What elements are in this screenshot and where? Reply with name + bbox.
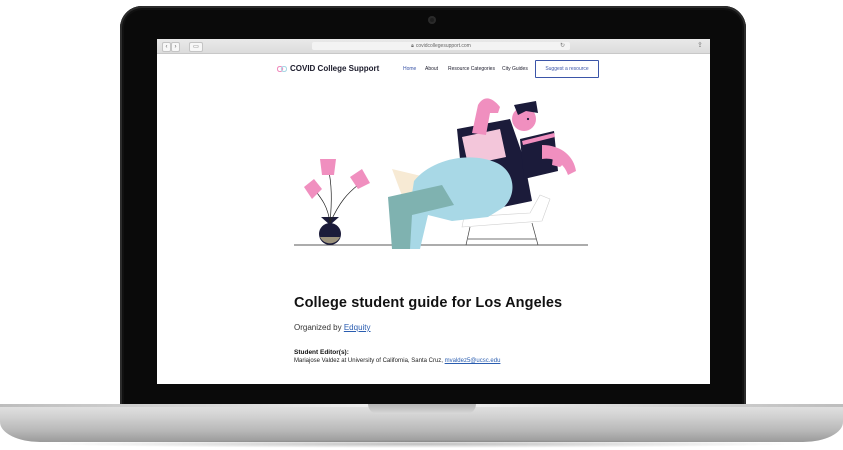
share-icon[interactable]: ⇪ <box>697 41 703 49</box>
url-text: covidcollegesupport.com <box>415 43 471 49</box>
logo-text: COVID College Support <box>290 64 380 73</box>
nav-about[interactable]: About <box>425 66 438 72</box>
editor-email-link[interactable]: mvaldez5@ucsc.edu <box>445 358 501 364</box>
back-button[interactable]: ‹ <box>162 42 171 52</box>
laptop-base-notch <box>368 404 476 414</box>
logo-mark-icon <box>277 65 287 72</box>
laptop-shadow <box>40 440 803 448</box>
reading-person-illustration <box>294 98 588 249</box>
nav-city-guides[interactable]: City Guides <box>502 66 528 72</box>
forward-button[interactable]: › <box>171 42 180 52</box>
site-logo[interactable]: COVID College Support <box>277 64 379 73</box>
reload-icon[interactable]: ↻ <box>560 42 565 50</box>
organized-by-label: Organized by <box>294 323 342 332</box>
organized-by: Organized by Edquity <box>294 323 371 332</box>
nav-home[interactable]: Home <box>403 66 416 72</box>
editor-name: Mariajose Valdez at University of Califo… <box>294 358 443 364</box>
organizer-link[interactable]: Edquity <box>344 323 371 332</box>
nav-resource-categories[interactable]: Resource Categories <box>448 66 495 72</box>
laptop-screen: ‹ › ▭ 🔒︎ covidcollegesupport.com ↻ ⇪ COVI… <box>157 39 710 384</box>
editor-info: Mariajose Valdez at University of Califo… <box>294 358 500 364</box>
lock-icon: 🔒︎ <box>411 43 414 49</box>
student-editors-label: Student Editor(s): <box>294 349 349 356</box>
browser-toolbar: ‹ › ▭ 🔒︎ covidcollegesupport.com ↻ ⇪ <box>157 39 710 54</box>
address-bar[interactable]: 🔒︎ covidcollegesupport.com <box>312 42 570 50</box>
camera-icon <box>428 16 436 24</box>
site-header: COVID College Support Home About Resourc… <box>157 53 710 83</box>
page-title: College student guide for Los Angeles <box>294 295 563 311</box>
sidebar-toggle-button[interactable]: ▭ <box>189 42 203 52</box>
suggest-resource-button[interactable]: Suggest a resource <box>535 60 599 78</box>
